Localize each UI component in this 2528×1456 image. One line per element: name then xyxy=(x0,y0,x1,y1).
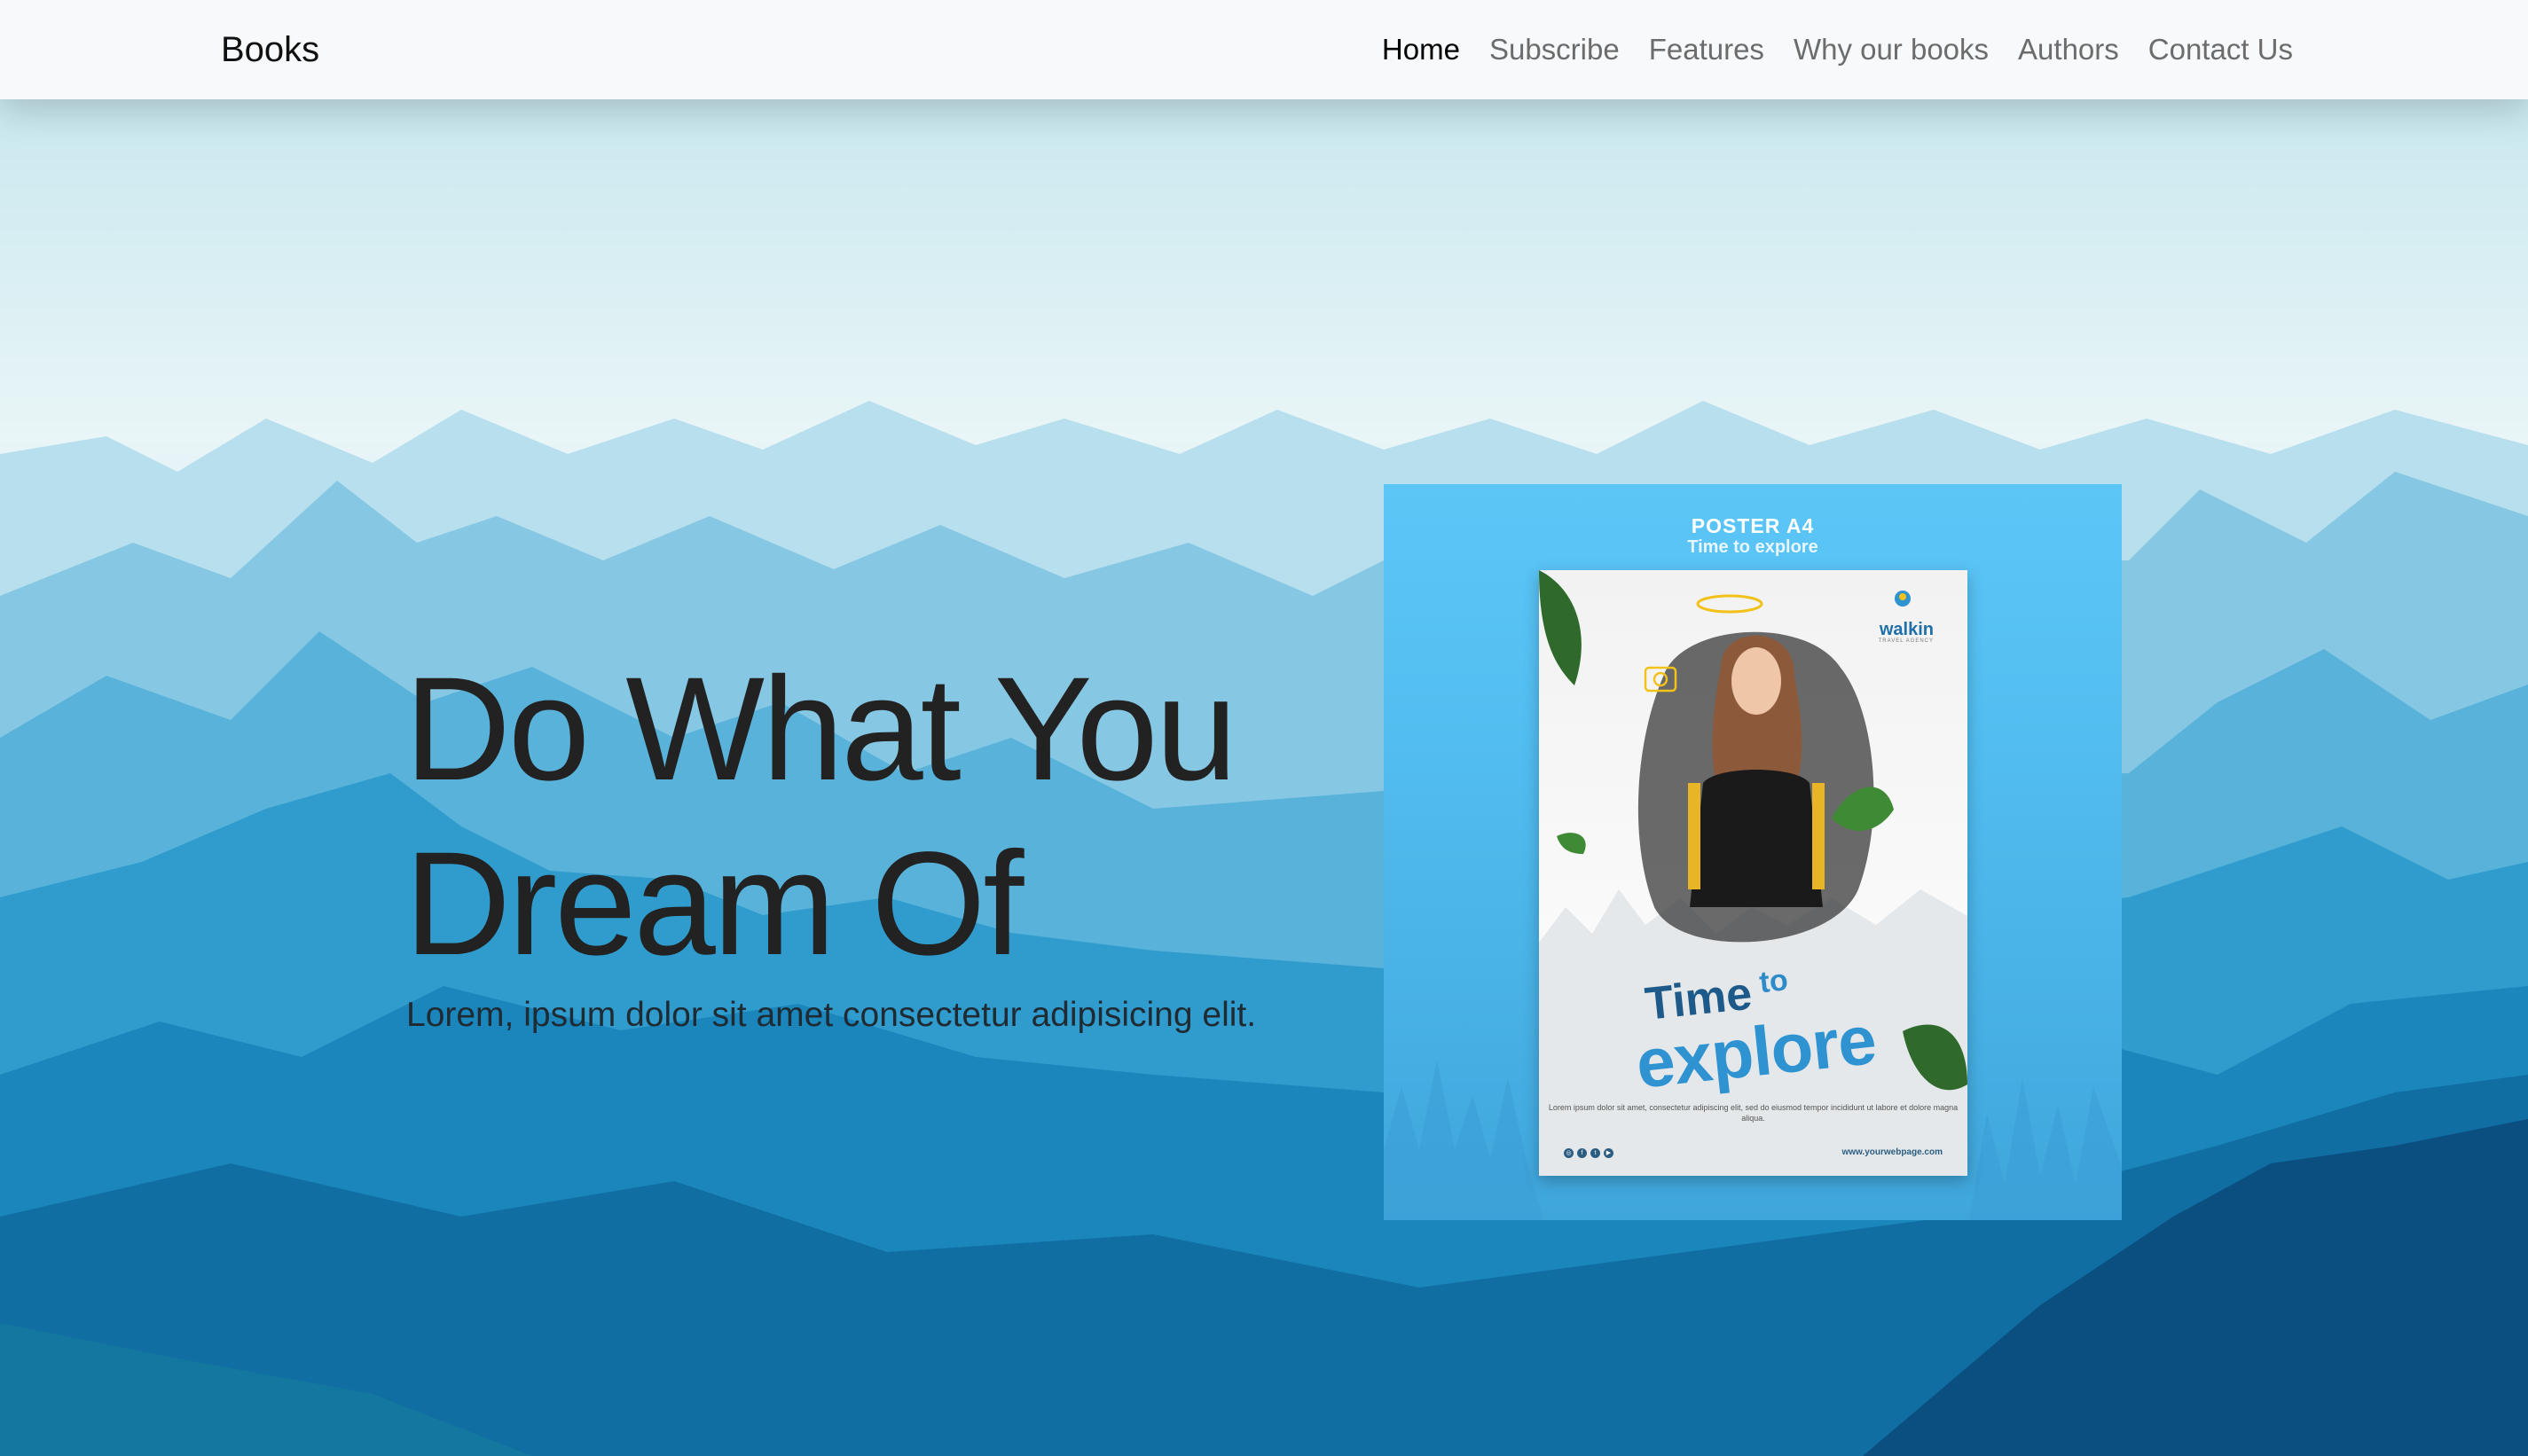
nav-features-link[interactable]: Features xyxy=(1649,33,1764,66)
nav-menu: Home Subscribe Features Why our books Au… xyxy=(1382,27,2293,73)
brand-link[interactable]: Books xyxy=(221,27,319,73)
twitter-icon: t xyxy=(1590,1148,1600,1158)
poster-body-text: Lorem ipsum dolor sit amet, consectetur … xyxy=(1548,1103,1959,1123)
navbar: Books Home Subscribe Features Why our bo… xyxy=(0,0,2528,99)
instagram-icon: ◎ xyxy=(1564,1148,1574,1158)
facebook-icon: f xyxy=(1577,1148,1587,1158)
hero-subtext: Lorem, ipsum dolor sit amet consectetur … xyxy=(406,996,1257,1034)
nav-home-link[interactable]: Home xyxy=(1382,33,1460,66)
panel-title: POSTER A4 xyxy=(1691,514,1815,537)
poster-social-icons: ◎ f t ▶ xyxy=(1564,1148,1613,1158)
youtube-icon: ▶ xyxy=(1604,1148,1613,1158)
nav-subscribe-link[interactable]: Subscribe xyxy=(1489,33,1620,66)
poster-logo-tagline: TRAVEL AGENCY xyxy=(1878,638,1934,644)
poster-heading-to: to xyxy=(1757,963,1790,1000)
hero-headline: Do What You Dream Of xyxy=(404,647,1237,986)
poster-image: walkin TRAVEL AGENCY Time to explore Lore… xyxy=(1539,570,1967,1176)
nav-contact-us-link[interactable]: Contact Us xyxy=(2148,33,2293,66)
nav-why-our-books-link[interactable]: Why our books xyxy=(1794,33,1989,66)
panel-subtitle: Time to explore xyxy=(1687,537,1818,557)
poster-url: www.yourwebpage.com xyxy=(1841,1147,1943,1157)
hero-section: Do What You Dream Of Lorem, ipsum dolor … xyxy=(0,99,2528,1456)
nav-authors-link[interactable]: Authors xyxy=(2018,33,2119,66)
poster-logo: walkin xyxy=(1879,620,1934,639)
poster-mockup-panel: POSTER A4 Time to explore walkin TRAVEL … xyxy=(1384,484,2122,1220)
